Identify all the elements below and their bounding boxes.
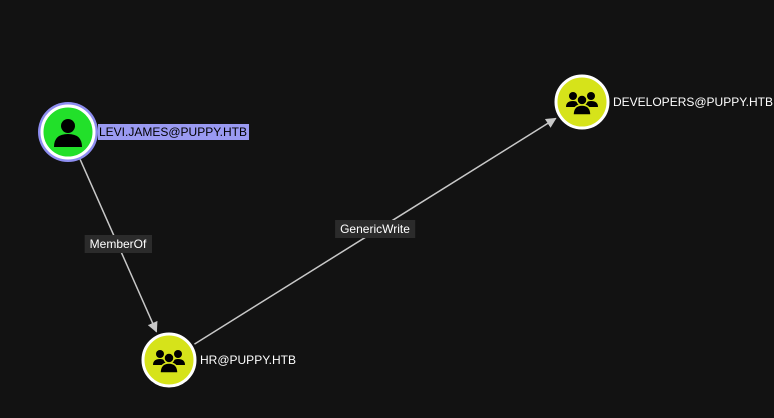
node-hr[interactable]: HR@PUPPY.HTB	[141, 332, 296, 388]
edge-label: MemberOf	[90, 237, 147, 251]
edge-memberof[interactable]: MemberOf	[79, 159, 158, 333]
node-developers[interactable]: DEVELOPERS@PUPPY.HTB	[554, 74, 773, 130]
node-label: DEVELOPERS@PUPPY.HTB	[613, 95, 773, 109]
node-levi[interactable]: LEVI.JAMES@PUPPY.HTB	[38, 102, 250, 162]
edge-genericwrite[interactable]: GenericWrite	[194, 117, 557, 345]
node-label: LEVI.JAMES@PUPPY.HTB	[99, 125, 247, 139]
edge-label: GenericWrite	[340, 222, 410, 236]
node-label: HR@PUPPY.HTB	[200, 353, 296, 367]
graph-canvas[interactable]: MemberOf GenericWrite LEVI.JAMES@PUPPY.HT…	[0, 0, 774, 418]
